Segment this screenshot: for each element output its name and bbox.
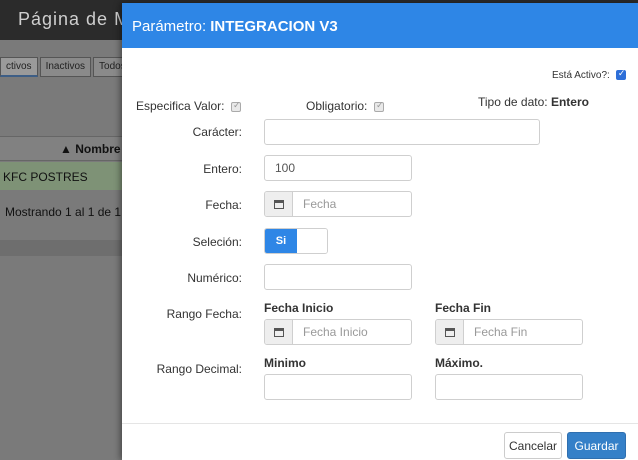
background-band — [0, 240, 122, 256]
active-checkbox[interactable]: ✓ — [615, 68, 626, 81]
check-icon: ✓ — [617, 68, 626, 79]
tab-inactivos[interactable]: Inactivos — [39, 57, 92, 77]
rango-decimal-label: Rango Decimal: — [156, 362, 242, 376]
calendar-icon[interactable] — [436, 320, 464, 344]
toggle-on-label: Si — [265, 229, 297, 253]
check-icon: ✓ — [375, 99, 384, 110]
entero-input[interactable]: 100 — [264, 155, 412, 181]
fecha-fin-label: Fecha Fin — [435, 301, 492, 315]
cancel-button[interactable]: Cancelar — [504, 432, 562, 459]
caracter-input[interactable] — [264, 119, 540, 145]
tab-activos[interactable]: ctivos — [0, 57, 38, 77]
background-tabs: ctivos Inactivos Todos — [0, 57, 134, 77]
obligatorio-label: Obligatorio: — [306, 99, 368, 113]
fecha-fin-input[interactable]: Fecha Fin — [464, 320, 582, 344]
modal-title-prefix: Parámetro: — [132, 18, 207, 35]
modal-footer-divider — [122, 423, 638, 424]
maximo-input[interactable] — [435, 374, 583, 400]
entero-label: Entero: — [203, 162, 242, 176]
fecha-fin-input-group[interactable]: Fecha Fin — [435, 319, 583, 345]
fecha-input[interactable]: Fecha — [293, 192, 411, 216]
active-field: Está Activo?: ✓ — [552, 68, 626, 81]
active-label: Está Activo?: — [552, 70, 610, 81]
calendar-icon[interactable] — [265, 192, 293, 216]
tipo-label: Tipo de dato: — [478, 95, 548, 109]
table-row-label: KFC POSTRES — [3, 170, 88, 184]
fecha-label: Fecha: — [205, 198, 242, 212]
parameter-modal: Parámetro: INTEGRACION V3 Está Activo?: ✓… — [122, 3, 638, 460]
especifica-checkbox[interactable]: ✓ — [230, 99, 241, 112]
check-icon: ✓ — [233, 99, 241, 110]
rango-fecha-label: Rango Fecha: — [166, 307, 242, 321]
obligatorio-field: Obligatorio: ✓ — [306, 99, 384, 113]
tipo-dato: Tipo de dato: Entero — [478, 95, 589, 109]
especifica-field: Especifica Valor: ✓ — [136, 99, 241, 113]
seleccion-toggle[interactable]: Si — [264, 228, 328, 254]
numerico-label: Numérico: — [187, 271, 242, 285]
tipo-value: Entero — [550, 95, 589, 109]
maximo-label: Máximo. — [435, 356, 484, 370]
minimo-input[interactable] — [264, 374, 412, 400]
obligatorio-checkbox[interactable]: ✓ — [373, 99, 384, 112]
toggle-handle[interactable] — [297, 229, 327, 253]
modal-header: Parámetro: INTEGRACION V3 — [122, 3, 638, 48]
seleccion-label: Seleción: — [192, 235, 242, 249]
fecha-input-group[interactable]: Fecha — [264, 191, 412, 217]
save-button[interactable]: Guardar — [567, 432, 626, 459]
minimo-label: Minimo — [264, 356, 306, 370]
numerico-input[interactable] — [264, 264, 412, 290]
caracter-label: Carácter: — [192, 125, 242, 139]
especifica-label: Especifica Valor: — [136, 99, 225, 113]
fecha-inicio-input[interactable]: Fecha Inicio — [293, 320, 411, 344]
modal-title-name: INTEGRACION V3 — [210, 18, 338, 35]
fecha-inicio-label: Fecha Inicio — [264, 301, 334, 315]
calendar-icon[interactable] — [265, 320, 293, 344]
fecha-inicio-input-group[interactable]: Fecha Inicio — [264, 319, 412, 345]
